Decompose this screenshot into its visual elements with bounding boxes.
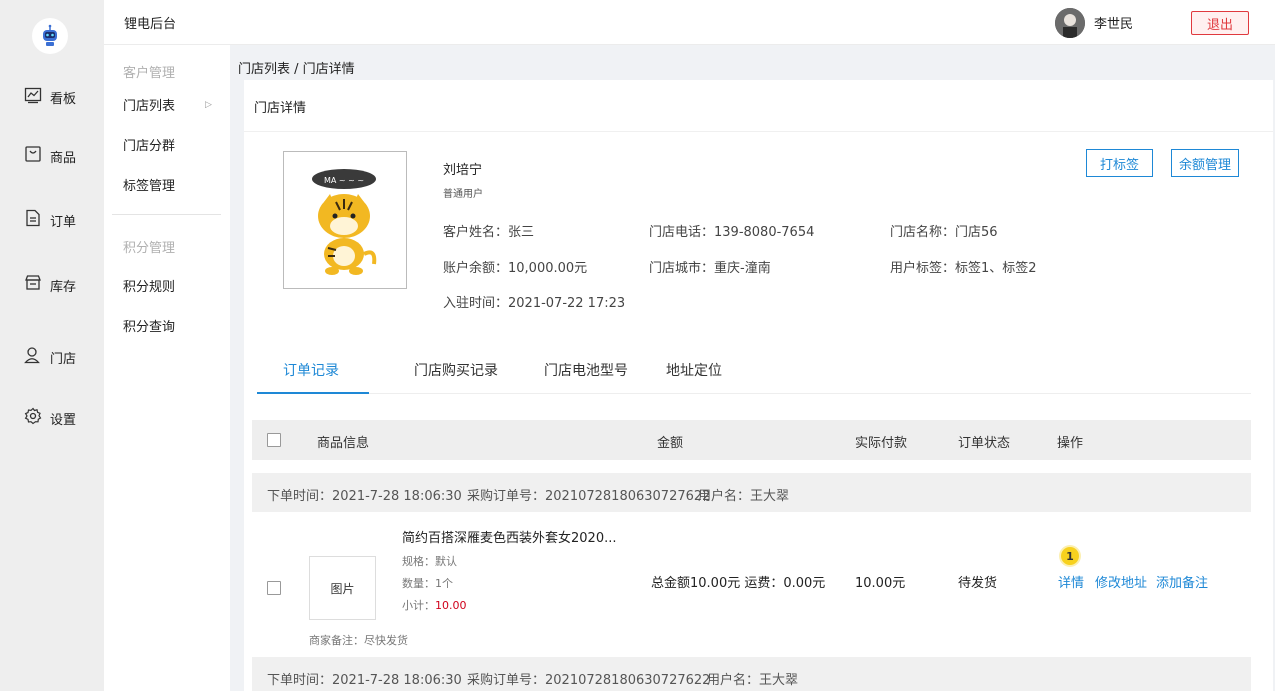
tab-purchase-records[interactable]: 门店购买记录: [414, 360, 498, 380]
rail-item-products[interactable]: 商品: [24, 145, 76, 167]
product-spec: 规格：默认: [402, 555, 457, 568]
rail-item-label: 商品: [50, 150, 77, 166]
tab-battery-models[interactable]: 门店电池型号: [544, 360, 628, 380]
column-header: 商品信息: [317, 436, 370, 451]
breadcrumb: 门店列表 / 门店详情: [238, 62, 355, 77]
logout-button[interactable]: 退出: [1191, 11, 1249, 35]
rail-item-label: 看板: [50, 91, 77, 107]
product-subtotal: 小计：10.00: [402, 597, 467, 613]
paid-amount: 10.00元: [855, 576, 906, 591]
order-time: 下单时间：2021-7-28 18:06:30: [267, 673, 462, 688]
store-owner-name: 刘培宁: [443, 163, 483, 178]
order-info-bar: 下单时间：2021-7-28 18:06:30 采购订单号：2021072818…: [252, 473, 1251, 512]
nav-group-points: 积分管理: [123, 241, 176, 256]
column-header: 订单状态: [958, 436, 1011, 451]
merchant-note: 商家备注：尽快发货: [309, 634, 408, 647]
detail-tabs: 订单记录 门店购买记录 门店电池型号 地址定位: [257, 350, 1251, 394]
subnav-divider: [112, 214, 221, 215]
store-name: 门店名称：门店56: [890, 225, 998, 240]
subnav-item-store-list[interactable]: 门店列表: [123, 95, 175, 114]
table-header: 商品信息 金额 实际付款 订单状态 操作: [252, 420, 1251, 460]
rail-item-settings[interactable]: 设置: [24, 407, 76, 429]
avatar[interactable]: [1055, 8, 1085, 38]
divider: [244, 131, 1273, 132]
chart-icon: [24, 86, 42, 108]
user-type: 普通用户: [443, 189, 483, 200]
active-tab-indicator: [257, 392, 369, 394]
rail-item-label: 设置: [50, 412, 77, 428]
column-header: 操作: [1057, 436, 1084, 451]
select-all-checkbox[interactable]: [267, 433, 281, 447]
edit-address-link[interactable]: 修改地址: [1095, 572, 1147, 591]
gear-icon: [24, 407, 42, 429]
store-icon: [24, 274, 42, 296]
step-badge: 1: [1061, 547, 1079, 565]
bag-icon: [24, 145, 42, 167]
store-avatar-image: MA ~ ~ ~: [283, 151, 407, 289]
store-city: 门店城市：重庆-潼南: [649, 261, 771, 276]
join-time: 入驻时间：2021-07-22 17:23: [443, 296, 626, 311]
rail-item-stores[interactable]: 门店: [24, 346, 76, 368]
order-amount: 总金额10.00元 运费：0.00元: [651, 576, 826, 591]
svg-text:MA ~ ~ ~: MA ~ ~ ~: [324, 176, 364, 185]
subtotal-value: 10.00: [435, 599, 467, 612]
subnav-item-points-rules[interactable]: 积分规则: [123, 276, 175, 295]
sub-sidebar: 客户管理 门店列表 ▷ 门店分群 标签管理 积分管理 积分规则 积分查询: [104, 45, 230, 691]
top-bar: 锂电后台 李世民 退出: [104, 0, 1275, 45]
page-title: 门店详情: [254, 101, 307, 116]
column-header: 金额: [657, 436, 684, 451]
order-status: 待发货: [958, 576, 998, 591]
user-tags: 用户标签：标签1、标签2: [890, 261, 1037, 276]
account-balance: 账户余额：10,000.00元: [443, 261, 588, 276]
order-number: 采购订单号：20210728180630727622: [467, 673, 711, 688]
rail-item-inventory[interactable]: 库存: [24, 274, 76, 296]
order-time: 下单时间：2021-7-28 18:06:30: [267, 489, 462, 504]
order-info-bar: 下单时间：2021-7-28 18:06:30 采购订单号：2021072818…: [252, 657, 1251, 691]
app-title: 锂电后台: [124, 17, 177, 32]
subnav-item-points-query[interactable]: 积分查询: [123, 316, 175, 335]
chevron-right-icon: ▷: [205, 100, 212, 110]
left-rail: 看板 商品 订单 库存 门店 设置: [0, 0, 104, 691]
detail-link[interactable]: 详情: [1058, 572, 1084, 591]
nav-group-customer: 客户管理: [123, 66, 176, 81]
tab-order-records[interactable]: 订单记录: [283, 360, 339, 380]
rail-item-label: 门店: [50, 351, 77, 367]
store-phone: 门店电话：139-8080-7654: [649, 225, 815, 240]
rail-item-orders[interactable]: 订单: [24, 209, 76, 231]
customer-name: 客户姓名：张三: [443, 225, 535, 240]
user-icon: [24, 346, 42, 368]
username: 李世民: [1094, 17, 1134, 32]
balance-management-button[interactable]: 余额管理: [1171, 149, 1239, 177]
product-title[interactable]: 简约百搭深雁麦色西装外套女2020...: [402, 527, 616, 546]
row-checkbox[interactable]: [267, 581, 281, 595]
product-quantity: 数量：1个: [402, 577, 453, 590]
document-icon: [24, 209, 42, 231]
order-username: 用户名：王大翠: [707, 673, 799, 688]
product-image-placeholder: 图片: [309, 556, 376, 620]
rail-item-dashboard[interactable]: 看板: [24, 86, 76, 108]
order-username: 用户名：王大翠: [698, 489, 790, 504]
add-note-link[interactable]: 添加备注: [1156, 572, 1208, 591]
subtotal-label: 小计：: [402, 599, 435, 612]
robot-logo-icon[interactable]: [32, 18, 68, 54]
rail-item-label: 订单: [50, 214, 77, 230]
rail-item-label: 库存: [50, 279, 77, 295]
column-header: 实际付款: [855, 436, 908, 451]
tag-button[interactable]: 打标签: [1086, 149, 1153, 177]
tab-address-location[interactable]: 地址定位: [666, 360, 722, 380]
subnav-item-tag-management[interactable]: 标签管理: [123, 175, 175, 194]
subnav-item-store-groups[interactable]: 门店分群: [123, 135, 175, 154]
store-detail-card: 门店详情 MA ~ ~ ~ 刘培宁 普通用户 打标签 余额管理 客户姓名：张三 …: [244, 80, 1273, 691]
order-number: 采购订单号：20210728180630727622: [467, 489, 711, 504]
